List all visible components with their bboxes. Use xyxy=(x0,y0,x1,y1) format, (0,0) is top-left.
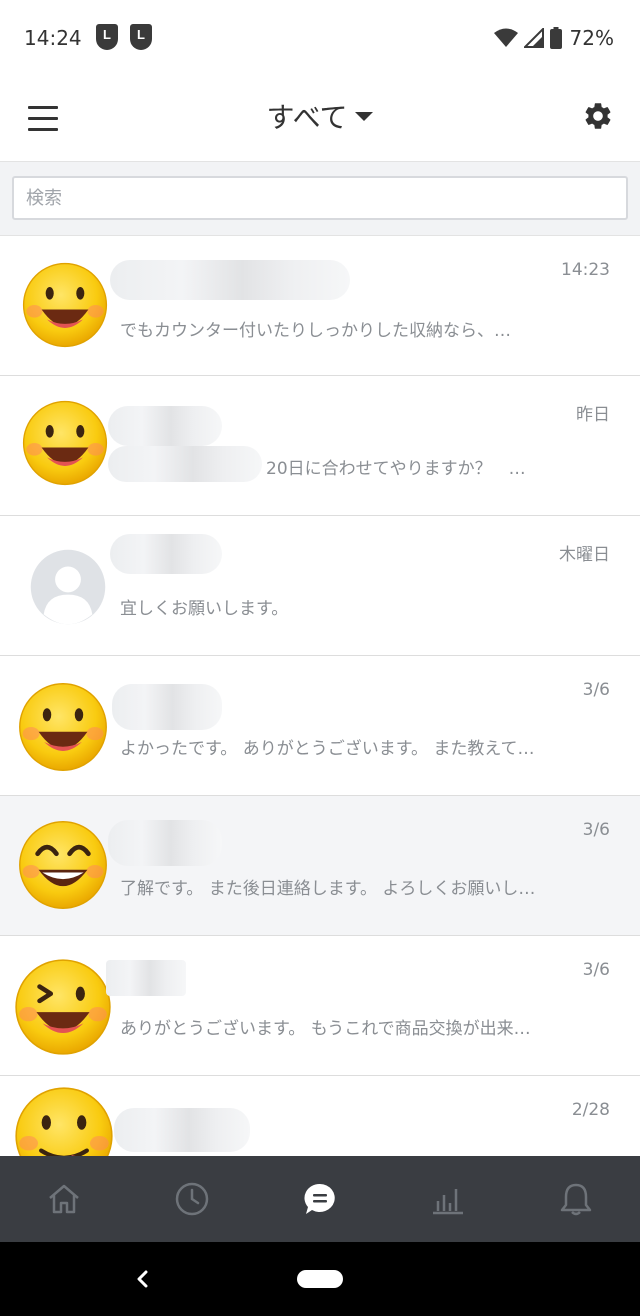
chat-row[interactable]: 14:23 でもカウンター付いたりしっかりした収納なら、… xyxy=(0,236,640,376)
bell-icon xyxy=(560,1183,592,1216)
contact-name-redacted xyxy=(108,820,222,866)
tab-home[interactable] xyxy=(0,1156,128,1242)
wifi-icon xyxy=(493,28,518,47)
chat-list: 14:23 でもカウンター付いたりしっかりした収納なら、… 昨日 20日に合わせ… xyxy=(0,236,640,1156)
page-title: すべて xyxy=(266,101,348,134)
smiley-grin-icon xyxy=(22,400,108,486)
contact-name-redacted xyxy=(108,406,222,446)
contact-name-redacted xyxy=(106,960,186,996)
chat-bubble-icon xyxy=(304,1183,335,1214)
gear-icon[interactable] xyxy=(582,100,614,132)
smiley-tongue-icon xyxy=(15,1087,113,1156)
search-input[interactable] xyxy=(12,176,628,220)
chat-time: 3/6 xyxy=(582,820,610,840)
tab-stats[interactable] xyxy=(384,1156,512,1242)
system-navigation-bar xyxy=(0,1242,640,1316)
smiley-teeth-icon xyxy=(19,821,107,909)
contact-message-redacted xyxy=(108,446,262,482)
clock-icon xyxy=(175,1182,209,1216)
status-indicators: 72% xyxy=(493,24,614,52)
chat-row[interactable]: 3/6 ありがとうございます。 もうこれで商品交換が出来… xyxy=(0,936,640,1076)
chat-row[interactable]: 3/6 了解です。 また後日連絡します。 よろしくお願いし… xyxy=(0,796,640,936)
tab-chat[interactable] xyxy=(256,1156,384,1242)
tab-history[interactable] xyxy=(128,1156,256,1242)
chat-time: 木曜日 xyxy=(559,545,610,565)
chat-time: 3/6 xyxy=(582,960,610,980)
smiley-grin-icon xyxy=(22,262,108,348)
smiley-wink-icon xyxy=(15,959,111,1055)
contact-name-redacted xyxy=(110,260,350,300)
home-icon xyxy=(49,1184,79,1214)
contact-name-redacted xyxy=(112,684,222,730)
bottom-tab-bar xyxy=(0,1156,640,1242)
home-pill-button[interactable] xyxy=(297,1270,343,1288)
battery-icon xyxy=(549,27,562,49)
lock-app-badge-icon: L xyxy=(96,24,118,50)
battery-percent: 72% xyxy=(569,26,614,50)
chat-preview: よかったです。 ありがとうございます。 また教えて… xyxy=(120,739,535,759)
caret-down-icon xyxy=(355,111,374,121)
search-area xyxy=(0,162,640,236)
chat-time: 14:23 xyxy=(561,260,610,280)
cell-signal-icon xyxy=(523,28,544,48)
chat-row[interactable]: 3/6 よかったです。 ありがとうございます。 また教えて… xyxy=(0,656,640,796)
status-time: 14:24 xyxy=(24,26,82,50)
chat-row[interactable]: 2/28 xyxy=(0,1076,640,1156)
smiley-grin-icon xyxy=(19,683,107,771)
chat-row[interactable]: 木曜日 宜しくお願いします。 xyxy=(0,516,640,656)
back-chevron-icon[interactable] xyxy=(128,1264,158,1294)
chat-time: 3/6 xyxy=(582,680,610,700)
filter-dropdown[interactable]: すべて xyxy=(0,96,640,136)
chat-row[interactable]: 昨日 20日に合わせてやりますか？ … xyxy=(0,376,640,516)
contact-name-redacted xyxy=(114,1108,250,1152)
chat-preview: 20日に合わせてやりますか？ … xyxy=(266,459,526,479)
default-person-icon xyxy=(30,549,106,625)
chat-time: 昨日 xyxy=(576,405,610,425)
chat-preview: 宜しくお願いします。 xyxy=(120,599,289,619)
status-bar: 14:24 L L 72% xyxy=(0,0,640,78)
top-app-bar: すべて xyxy=(0,78,640,162)
contact-name-redacted xyxy=(110,534,222,574)
chat-preview: でもカウンター付いたりしっかりした収納なら、… xyxy=(120,321,511,341)
chat-preview: ありがとうございます。 もうこれで商品交換が出来… xyxy=(120,1019,531,1039)
chat-preview: 了解です。 また後日連絡します。 よろしくお願いし… xyxy=(120,879,536,899)
tab-notifications[interactable] xyxy=(512,1156,640,1242)
chat-time: 2/28 xyxy=(571,1100,610,1120)
lock-app-badge-icon: L xyxy=(130,24,152,50)
bar-chart-icon xyxy=(433,1189,463,1215)
